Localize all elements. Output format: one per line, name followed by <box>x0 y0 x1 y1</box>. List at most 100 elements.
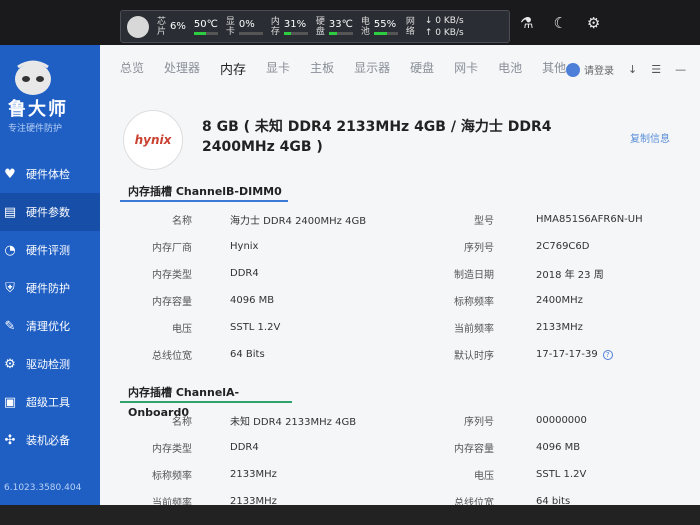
heart-icon: ♥ <box>4 166 16 182</box>
list-icon: ▤ <box>3 204 17 220</box>
battery-value: 55% <box>373 18 397 30</box>
apps-icon: ✣ <box>4 432 16 448</box>
tab-cpu[interactable]: 处理器 <box>164 59 200 78</box>
gpu-usage-bar <box>238 31 263 35</box>
sidebar-item-essentials[interactable]: ✣ 装机必备 <box>0 421 100 459</box>
stat-label-bottom: 络 <box>405 26 415 37</box>
field-label: 内存类型 <box>152 444 192 455</box>
sidebar-item-hardware-params[interactable]: ▤ 硬件参数 <box>0 193 100 231</box>
field-label: 制造日期 <box>454 270 494 281</box>
disk-temp-bar <box>328 31 353 35</box>
stat-label-top: 芯 <box>157 16 167 27</box>
field-label: 默认时序 <box>454 351 494 362</box>
shield-icon: ⛨ <box>5 280 15 296</box>
sidebar-item-health-check[interactable]: ♥ 硬件体检 <box>0 155 100 193</box>
field-value: 4096 MB <box>536 442 581 453</box>
stat-label-bottom: 池 <box>360 26 370 37</box>
sidebar-item-label: 清理优化 <box>26 320 70 333</box>
field-value: 2133MHz <box>230 469 277 480</box>
stat-label-top: 显 <box>225 16 235 27</box>
field-value: 2018 年 23 周 <box>536 270 604 281</box>
sidebar: 鲁大师 专注硬件防护 ♥ 硬件体检 ▤ 硬件参数 ◔ 硬件评测 ⛨ 硬件防护 ✎ 清理优化… <box>0 45 100 505</box>
minimize-icon[interactable]: — <box>675 63 686 76</box>
stat-label-bottom: 盘 <box>315 26 325 37</box>
battery-bar <box>373 31 398 35</box>
memory-usage-value: 31% <box>283 18 307 30</box>
menu-icon[interactable]: ☰ <box>651 63 661 76</box>
stat-label-top: 硬 <box>315 16 325 27</box>
tab-monitor[interactable]: 显示器 <box>354 59 390 78</box>
window-tools: 请登录 ↓ ☰ — <box>566 62 686 77</box>
stat-label-top: 电 <box>360 16 370 27</box>
field-label: 型号 <box>474 216 494 227</box>
stat-label-bottom: 存 <box>270 26 280 37</box>
tab-other[interactable]: 其他 <box>542 59 566 78</box>
gpu-stat: 显卡 0% <box>226 17 263 37</box>
tab-battery[interactable]: 电池 <box>498 59 522 78</box>
login-label: 请登录 <box>584 66 614 77</box>
sidebar-item-drivers[interactable]: ⚙ 驱动检测 <box>0 345 100 383</box>
mascot-icon[interactable] <box>127 15 149 38</box>
tab-network[interactable]: 网卡 <box>454 59 478 78</box>
screen-bezel <box>0 505 700 525</box>
tab-motherboard[interactable]: 主板 <box>310 59 334 78</box>
tab-gpu[interactable]: 显卡 <box>266 59 290 78</box>
network-stat: 网络 ↓ 0 KB/s ↑ 0 KB/s <box>406 15 464 39</box>
stat-label-top: 内 <box>270 16 280 27</box>
gauge-icon: ◔ <box>4 242 16 258</box>
sidebar-item-benchmark[interactable]: ◔ 硬件评测 <box>0 231 100 269</box>
brand-logo-text: hynix <box>134 133 172 147</box>
net-up-value: ↑ 0 KB/s <box>424 27 464 38</box>
tab-overview[interactable]: 总览 <box>120 59 144 78</box>
moon-icon[interactable]: ☾ <box>553 14 566 32</box>
cpu-stat: 芯片 6% <box>157 17 186 37</box>
flask-icon[interactable]: ⚗ <box>520 14 533 32</box>
sidebar-item-protection[interactable]: ⛨ 硬件防护 <box>0 269 100 307</box>
sidebar-item-label: 驱动检测 <box>26 358 70 371</box>
table-row: 总线位宽 64 Bits 默认时序 17-17-17-39? <box>120 341 700 368</box>
field-value: 2133MHz <box>536 322 583 333</box>
field-value: 17-17-17-39 <box>536 349 598 360</box>
brand-name: 鲁大师 <box>8 99 68 120</box>
download-icon[interactable]: ↓ <box>628 63 637 76</box>
memory-summary-title: 8 GB ( 未知 DDR4 2133MHz 4GB / 海力士 DDR4 24… <box>202 119 552 155</box>
login-button[interactable]: 请登录 <box>566 62 614 77</box>
help-icon[interactable]: ? <box>602 349 613 360</box>
field-label: 内存容量 <box>152 297 192 308</box>
field-value: 00000000 <box>536 415 587 426</box>
stat-label-bottom: 卡 <box>225 26 235 37</box>
table-row: 内存类型 DDR4 制造日期 2018 年 23 周 <box>120 260 700 287</box>
tab-memory[interactable]: 内存 <box>220 59 246 78</box>
field-label: 序列号 <box>464 243 494 254</box>
field-label: 序列号 <box>464 417 494 428</box>
sidebar-item-label: 装机必备 <box>26 434 70 447</box>
cpu-usage-value: 6% <box>170 21 186 32</box>
table-row: 名称 未知 DDR4 2133MHz 4GB 序列号 00000000 <box>120 407 700 434</box>
field-label: 名称 <box>172 417 192 428</box>
system-monitor-bar: 芯片 6% 50℃ 显卡 0% 内存 31% 硬盘 33℃ 电池 55% 网络 … <box>120 10 510 43</box>
sidebar-item-cleanup[interactable]: ✎ 清理优化 <box>0 307 100 345</box>
sidebar-item-label: 硬件参数 <box>26 206 70 219</box>
table-row: 电压 SSTL 1.2V 当前频率 2133MHz <box>120 314 700 341</box>
gpu-usage-value: 0% <box>238 18 255 30</box>
app-window: 鲁大师 专注硬件防护 ♥ 硬件体检 ▤ 硬件参数 ◔ 硬件评测 ⛨ 硬件防护 ✎ 清理优化… <box>0 45 700 509</box>
slot-b-section: 内存插槽 ChannelB-DIMM0 名称 海力士 DDR4 2400MHz 4… <box>120 182 700 368</box>
sidebar-item-label: 硬件体检 <box>26 168 70 181</box>
toolbox-icon: ▣ <box>3 394 17 410</box>
tab-disk[interactable]: 硬盘 <box>410 59 434 78</box>
sidebar-item-label: 硬件评测 <box>26 244 70 257</box>
top-icons: ⚗ ☾ ⚙ <box>520 14 600 32</box>
gear-icon[interactable]: ⚙ <box>587 14 600 32</box>
avatar <box>566 62 580 77</box>
field-label: 名称 <box>172 216 192 227</box>
table-row: 内存类型 DDR4 内存容量 4096 MB <box>120 434 700 461</box>
broom-icon: ✎ <box>4 318 16 334</box>
cpu-temp-value: 50℃ <box>193 18 218 30</box>
field-label: 内存容量 <box>454 444 494 455</box>
sidebar-item-tools[interactable]: ▣ 超级工具 <box>0 383 100 421</box>
field-label: 内存厂商 <box>152 243 192 254</box>
sidebar-item-label: 超级工具 <box>26 396 70 409</box>
field-value: 2400MHz <box>536 295 583 306</box>
copy-info-link[interactable]: 复制信息 <box>630 130 670 145</box>
disk-stat: 硬盘 33℃ <box>316 17 353 37</box>
